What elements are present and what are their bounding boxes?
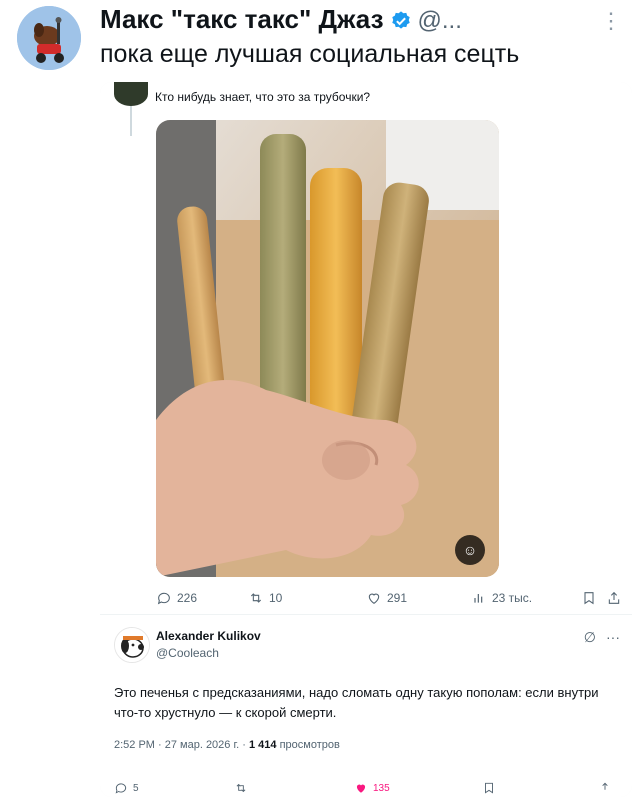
reply-views-label: просмотров (279, 739, 340, 751)
quoted-post-actions: 226 10 291 23 тыс. (156, 590, 626, 614)
share-button[interactable] (606, 590, 622, 606)
grok-icon[interactable]: ∅ (584, 629, 596, 646)
avatar[interactable] (17, 6, 81, 70)
repost-button[interactable] (234, 781, 248, 795)
share-icon (602, 782, 608, 790)
image-tools-icon[interactable]: ☺ (455, 535, 485, 565)
repost-icon (250, 593, 262, 603)
reply-author-handle[interactable]: @Cooleach (156, 646, 219, 660)
like-count: 291 (387, 591, 408, 605)
quoted-post-text: Кто нибудь знает, что это за трубочки? (155, 90, 371, 104)
views-chart-icon (474, 594, 483, 603)
more-dots-icon[interactable]: ··· (606, 629, 620, 646)
reply-text: Это печенья с предсказаниями, надо слома… (114, 685, 599, 720)
quoted-post: Кто нибудь знает, что это за трубочки? ☺… (100, 82, 632, 614)
reply-author-name[interactable]: Alexander Kulikov (156, 629, 261, 643)
avatar[interactable] (114, 82, 148, 106)
comment-icon (157, 592, 170, 605)
reply-count: 226 (177, 591, 198, 605)
reply-actions: 5 135 (114, 781, 624, 797)
thread-line (130, 106, 132, 136)
author-handle[interactable]: @... (418, 7, 462, 34)
reply-timestamp[interactable]: 2:52 PM · 27 мар. 2026 г. · (114, 739, 249, 751)
vertical-dots-icon[interactable]: ⋮ (600, 8, 622, 34)
outer-post-header: Макс "такс такс" Джаз @... ⋮ пока еще луч… (0, 0, 640, 80)
verified-badge-icon (391, 11, 410, 29)
reply-button[interactable]: 226 (156, 590, 197, 606)
author-name[interactable]: Макс "такс такс" Джаз @... (100, 4, 462, 35)
heart-icon (368, 593, 380, 604)
reply-tools: ∅ ··· (584, 629, 620, 646)
like-button[interactable]: 291 (366, 590, 407, 606)
avatar[interactable] (114, 627, 150, 663)
reply-meta: 2:52 PM · 27 мар. 2026 г. · 1 414 просмо… (114, 739, 340, 751)
repost-button[interactable]: 10 (248, 590, 282, 606)
views-button[interactable]: 23 тыс. (471, 590, 532, 606)
like-count: 135 (373, 782, 390, 794)
heart-filled-icon (356, 784, 366, 793)
reply-views-count: 1 414 (248, 739, 277, 751)
embedded-screenshot: Кто нибудь знает, что это за трубочки? ☺… (100, 82, 632, 797)
comment-icon (115, 783, 127, 794)
repost-count: 10 (269, 591, 283, 605)
share-button[interactable] (598, 781, 612, 795)
post-photo[interactable]: ☺ (156, 120, 499, 577)
views-count: 23 тыс. (492, 591, 533, 605)
post-text: пока еще лучшая социальная сецть (100, 40, 520, 68)
repost-icon (236, 783, 246, 793)
author-name-text: Макс "такс такс" Джаз (100, 4, 384, 34)
bookmark-button[interactable] (482, 781, 496, 795)
reply-button[interactable]: 5 (114, 781, 139, 795)
bookmark-icon (485, 782, 493, 794)
bookmark-button[interactable] (581, 590, 597, 606)
like-button[interactable]: 135 (354, 781, 390, 795)
share-icon (608, 591, 620, 604)
reply-post: Alexander Kulikov @Cooleach ∅ ··· Это пе… (100, 614, 632, 797)
bookmark-icon (584, 592, 594, 605)
reply-count: 5 (133, 782, 139, 794)
